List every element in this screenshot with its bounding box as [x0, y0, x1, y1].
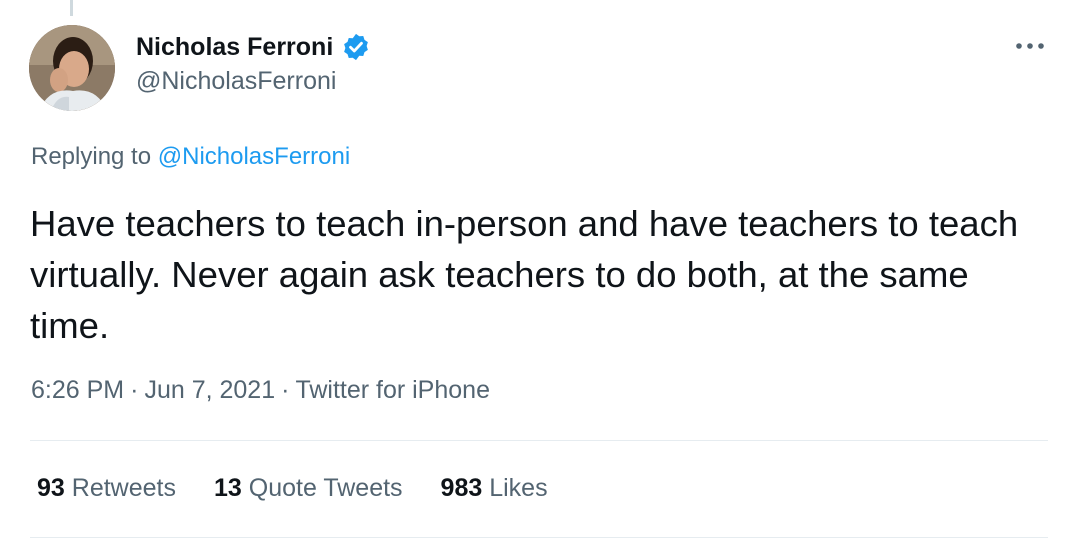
likes-label: Likes	[489, 474, 548, 502]
quote-tweets-label: Quote Tweets	[248, 474, 403, 502]
meta-separator: ·	[281, 376, 290, 404]
tweet-stats: 93 Retweets 13 Quote Tweets 983 Likes	[37, 474, 548, 503]
tweet-metadata: 6:26 PM · Jun 7, 2021 · Twitter for iPho…	[31, 376, 490, 405]
likes-count: 983	[440, 474, 483, 502]
replying-to-mention-link[interactable]: @NicholasFerroni	[158, 143, 350, 170]
tweet-time[interactable]: 6:26 PM	[31, 376, 124, 405]
thread-connector-line	[70, 0, 73, 16]
tweet-source[interactable]: Twitter for iPhone	[295, 376, 490, 405]
quote-tweets-stat[interactable]: 13 Quote Tweets	[214, 474, 403, 503]
stats-divider-bottom	[30, 537, 1048, 538]
retweets-count: 93	[37, 474, 65, 502]
quote-tweets-count: 13	[213, 474, 242, 502]
replying-to: Replying to @NicholasFerroni	[31, 143, 350, 171]
avatar[interactable]	[29, 25, 115, 111]
meta-separator: ·	[130, 376, 139, 404]
tweet-date[interactable]: Jun 7, 2021	[144, 376, 275, 405]
tweet-author: Nicholas Ferroni @NicholasFerroni	[136, 31, 371, 96]
likes-stat[interactable]: 983 Likes	[441, 474, 548, 503]
author-handle[interactable]: @NicholasFerroni	[136, 67, 371, 96]
verified-badge-icon	[341, 32, 371, 62]
more-options-button[interactable]	[1010, 34, 1050, 58]
retweets-label: Retweets	[71, 474, 176, 502]
stats-divider-top	[30, 440, 1048, 441]
more-horizontal-icon	[1016, 43, 1044, 49]
author-display-name[interactable]: Nicholas Ferroni	[136, 33, 333, 62]
avatar-photo	[29, 25, 115, 111]
replying-to-prefix: Replying to	[31, 143, 152, 170]
tweet-text: Have teachers to teach in-person and hav…	[30, 203, 1019, 346]
author-name-row: Nicholas Ferroni	[136, 31, 371, 63]
retweets-stat[interactable]: 93 Retweets	[37, 474, 176, 503]
